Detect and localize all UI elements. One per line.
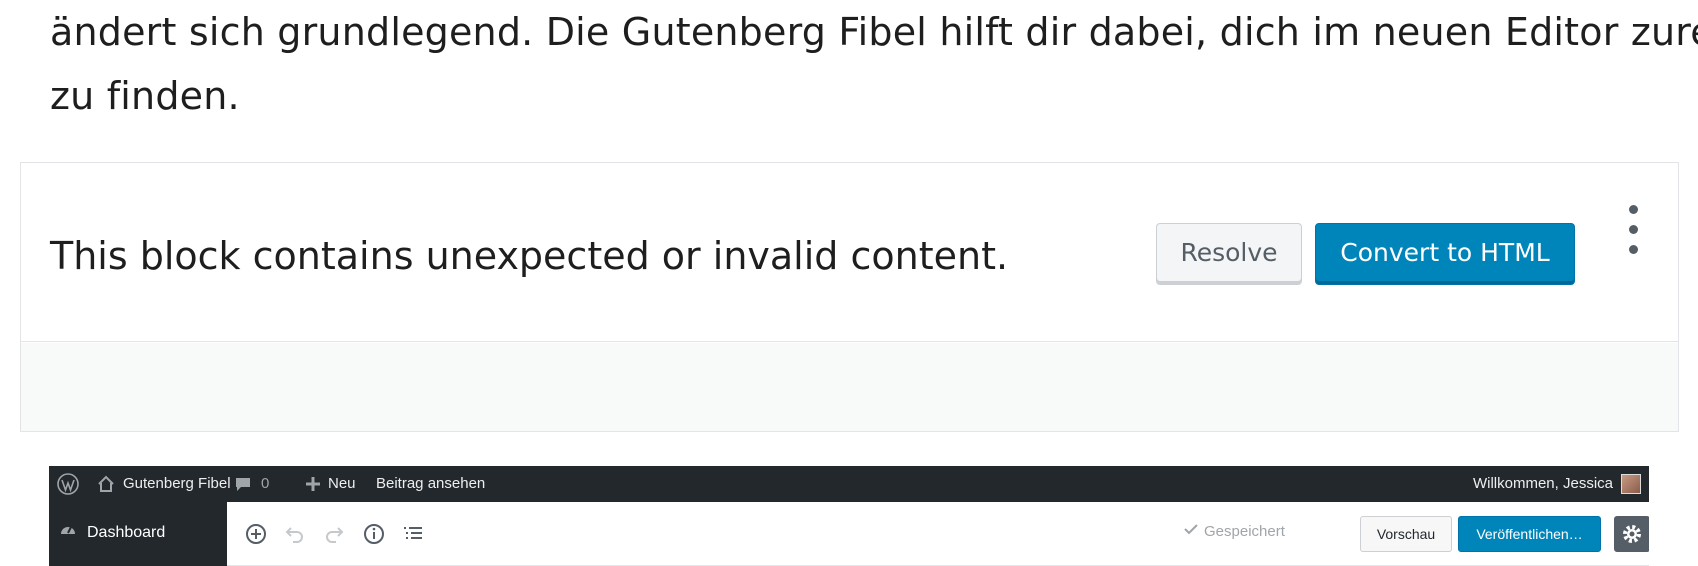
block-warning: This block contains unexpected or invali… (21, 163, 1678, 342)
editor-header: Gespeichert Vorschau Veröffentlichen… (227, 502, 1649, 566)
admin-bar: Gutenberg Fibel 0 Neu Beitrag ansehen Wi… (49, 466, 1649, 502)
convert-to-html-button[interactable]: Convert to HTML (1315, 223, 1575, 285)
invalid-block[interactable]: This block contains unexpected or invali… (20, 162, 1679, 432)
publish-button[interactable]: Veröffentlichen… (1458, 516, 1601, 552)
admin-bar-new[interactable]: Neu (306, 466, 356, 502)
dashboard-icon (59, 521, 77, 544)
settings-button[interactable] (1614, 516, 1649, 552)
preview-button[interactable]: Vorschau (1360, 516, 1452, 552)
redo-icon[interactable] (322, 522, 346, 546)
comments-count: 0 (261, 475, 270, 492)
intro-line-2: zu finden. (50, 74, 240, 118)
view-post-link[interactable]: Beitrag ansehen (376, 466, 485, 502)
gear-icon (1623, 525, 1641, 543)
intro-line-1: ändert sich grundlegend. Die Gutenberg F… (50, 10, 1698, 54)
add-block-icon[interactable] (244, 522, 268, 546)
editor-screenshot: Gutenberg Fibel 0 Neu Beitrag ansehen Wi… (49, 466, 1649, 566)
block-warning-message: This block contains unexpected or invali… (50, 234, 1009, 278)
undo-icon[interactable] (283, 522, 307, 546)
avatar (1621, 474, 1641, 494)
outline-icon[interactable] (401, 522, 425, 546)
greeting: Willkommen, Jessica (1472, 475, 1613, 492)
sidebar-item-dashboard[interactable]: Dashboard (59, 521, 165, 544)
admin-bar-account[interactable]: Willkommen, Jessica (1473, 466, 1641, 502)
comment-icon (235, 476, 251, 492)
plus-icon (306, 477, 320, 491)
dashboard-label: Dashboard (87, 523, 166, 541)
info-icon[interactable] (362, 522, 386, 546)
new-label: Neu (328, 475, 356, 492)
saved-status: Gespeichert (1184, 522, 1285, 540)
resolve-button[interactable]: Resolve (1156, 223, 1302, 285)
admin-bar-site[interactable]: Gutenberg Fibel (97, 466, 231, 502)
home-icon (97, 475, 115, 493)
vertical-ellipsis-icon[interactable] (1623, 205, 1643, 255)
wordpress-logo-icon[interactable] (57, 466, 79, 502)
site-name: Gutenberg Fibel (123, 475, 231, 492)
admin-bar-comments[interactable]: 0 (235, 466, 269, 502)
block-content-area (21, 343, 1678, 431)
saved-label: Gespeichert (1204, 522, 1285, 540)
admin-sidebar: Dashboard (49, 502, 227, 566)
check-icon (1184, 522, 1198, 540)
